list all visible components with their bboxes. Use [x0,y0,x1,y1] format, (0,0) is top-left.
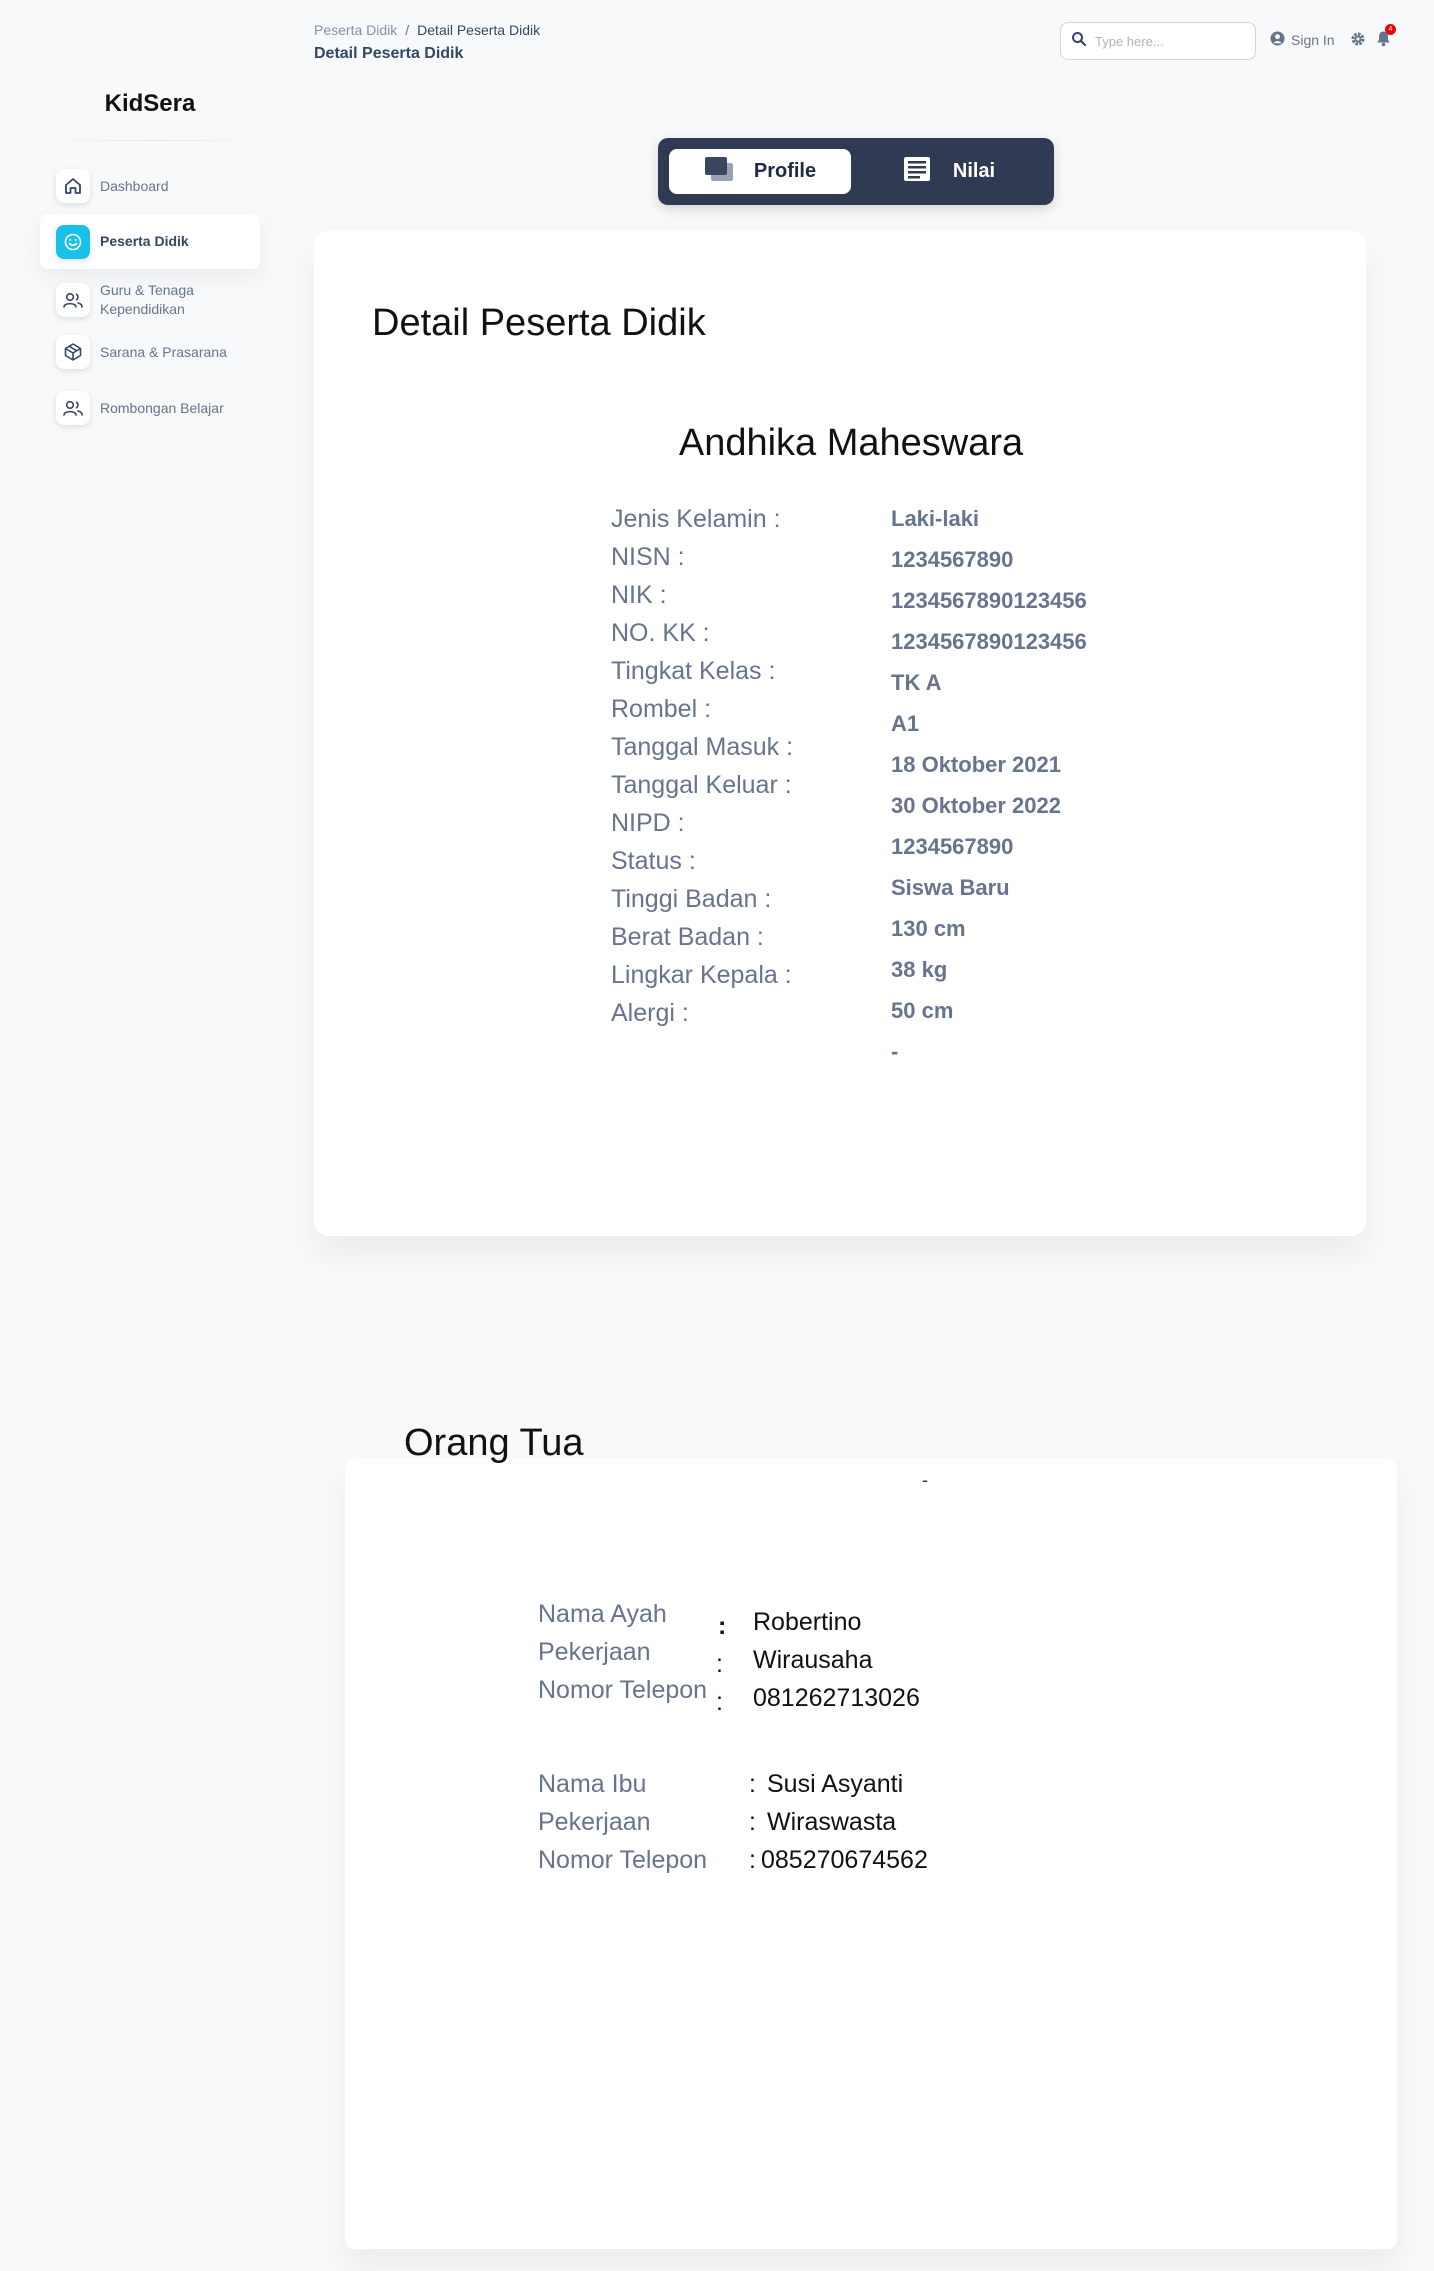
mother-job-value: Wiraswasta [767,1808,897,1836]
detail-value: 1234567890 [891,834,1014,859]
detail-value: 1234567890123456 [891,588,1087,613]
detail-card [314,231,1366,1236]
detail-label: NIK : [611,581,667,609]
sign-in-link[interactable]: Sign In [1270,31,1335,49]
parent-section-title: Orang Tua [404,1422,584,1464]
notification-badge: 4 [1385,24,1396,35]
bell-icon[interactable]: 4 [1376,24,1396,52]
mother-name-value: Susi Asyanti [767,1770,904,1798]
tab-nilai[interactable]: Nilai [858,149,1040,194]
breadcrumb-separator: / [405,22,410,38]
sidebar-item-sarana-prasarana[interactable]: Sarana & Prasarana [40,334,260,370]
detail-value: 130 cm [891,916,966,941]
detail-value: TK A [891,670,942,695]
sidebar-item-guru-tenaga-kependidikan[interactable]: Guru & Tenaga Kependidikan [40,278,260,322]
detail-value: 1234567890 [891,547,1014,572]
detail-label-column: Jenis Kelamin : NISN : NIK : NO. KK : Ti… [611,500,793,1032]
sidebar-item-label: Peserta Didik [100,233,189,249]
users-icon [56,283,90,317]
sidebar-item-label: Rombongan Belajar [100,399,224,416]
detail-value: 18 Oktober 2021 [891,752,1061,777]
box-icon [56,335,90,369]
document-icon [903,156,933,188]
detail-label: NO. KK : [611,619,710,647]
home-icon [56,169,90,203]
detail-label: Tinggi Badan : [611,885,772,913]
father-name-colon: : [718,1612,727,1640]
detail-label: NISN : [611,543,685,571]
detail-value: 1234567890123456 [891,629,1087,654]
father-phone-colon: : [716,1688,723,1716]
detail-label: Berat Badan : [611,923,764,951]
detail-value-column: Laki-laki 1234567890 1234567890123456 12… [891,500,1087,1074]
father-job-label: Pekerjaan [538,1638,651,1666]
breadcrumb-current: Detail Peserta Didik [417,22,541,38]
sidebar-item-label: Guru & Tenaga Kependidikan [100,282,194,317]
mother-phone-label: Nomor Telepon [538,1846,708,1874]
detail-label: Tanggal Keluar : [611,771,792,799]
detail-value: 50 cm [891,998,954,1023]
search-box [1060,22,1256,60]
detail-card-title: Detail Peserta Didik [372,302,706,344]
sidebar-item-peserta-didik[interactable]: Peserta Didik [40,214,260,269]
detail-label: NIPD : [611,809,685,837]
mother-job-label: Pekerjaan [538,1808,651,1836]
father-name-value: Robertino [753,1608,862,1636]
sidebar-item-label: Sarana & Prasarana [100,343,227,360]
tab-nilai-label: Nilai [952,160,996,182]
father-job-colon: : [716,1650,723,1678]
student-name: Andhika Maheswara [678,422,1024,464]
sidebar-item-dashboard[interactable]: Dashboard [40,168,260,204]
mother-job-colon: : [749,1808,756,1836]
father-phone-value: 081262713026 [753,1684,920,1712]
search-icon [1071,31,1087,52]
parent-card-dash: - [922,1470,928,1490]
detail-value: A1 [891,711,920,736]
detail-label: Tanggal Masuk : [611,733,794,761]
page-title: Detail Peserta Didik [314,45,464,62]
tab-bar: Profile Nilai [658,138,1054,205]
tab-profile-label: Profile [753,160,817,182]
sign-in-label: Sign In [1291,32,1335,48]
breadcrumb-parent[interactable]: Peserta Didik [314,22,397,38]
mother-name-colon: : [749,1770,756,1798]
brand-logo[interactable]: KidSera [0,90,300,118]
user-circle-icon [1270,31,1285,49]
sidebar-item-rombongan-belajar[interactable]: Rombongan Belajar [40,390,260,426]
sidebar-item-label: Dashboard [100,177,169,194]
detail-value: 30 Oktober 2022 [891,793,1061,818]
detail-label: Tingkat Kelas : [611,657,776,685]
search-input[interactable] [1093,32,1247,50]
detail-label: Lingkar Kepala : [611,961,792,989]
mother-phone-colon: : [749,1846,756,1874]
father-job-value: Wirausaha [753,1646,873,1674]
mother-phone-value: 085270674562 [761,1846,928,1874]
father-name-label: Nama Ayah [538,1600,667,1628]
detail-label: Rombel : [611,695,712,723]
tab-profile[interactable]: Profile [669,149,851,194]
detail-value: 38 kg [891,957,948,982]
smile-icon [56,224,90,259]
father-phone-label: Nomor Telepon [538,1676,708,1704]
detail-label: Jenis Kelamin : [611,505,781,533]
breadcrumb: Peserta Didik / Detail Peserta Didik [314,22,540,38]
detail-value: - [891,1039,899,1064]
detail-value: Siswa Baru [891,875,1010,900]
detail-label: Status : [611,847,696,875]
users-icon [56,391,90,425]
detail-value: Laki-laki [891,506,980,531]
profile-tab-icon [704,156,734,188]
detail-label: Alergi : [611,999,689,1027]
mother-name-label: Nama Ibu [538,1770,647,1798]
sidebar-divider [40,140,270,141]
gear-icon[interactable] [1350,31,1366,52]
